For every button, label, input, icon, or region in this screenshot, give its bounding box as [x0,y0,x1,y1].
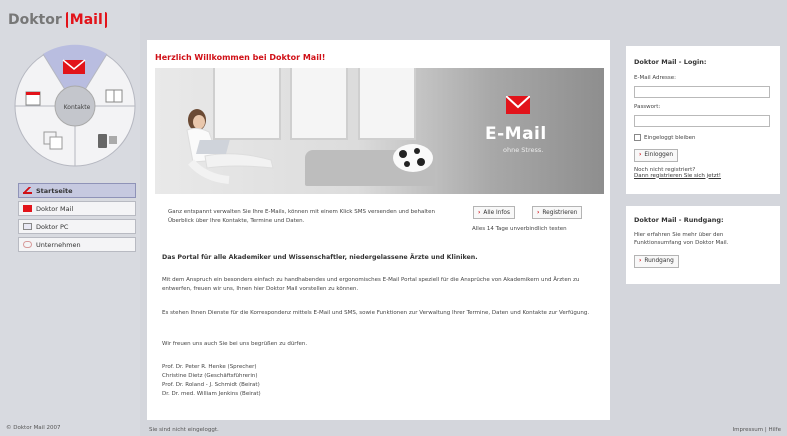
paragraph-3: Wir freuen uns auch Sie bei uns begrüßen… [162,341,308,347]
hero-banner: E-Mail ohne Stress. [155,68,604,194]
main-content: Herzlich Willkommen bei Doktor Mail! E-M… [147,40,610,420]
hero-tagline: ohne Stress. [503,146,544,154]
arrow-right-icon: › [639,152,642,158]
envelope-icon [506,96,530,114]
window-decoration [358,68,416,140]
login-status: Sie sind nicht eingeloggt. [149,426,219,433]
login-button-label: Einloggen [644,152,674,158]
register-button[interactable]: › Registrieren [532,206,583,219]
cushion-image [393,144,433,172]
nav-item-label: Startseite [36,186,73,195]
hero-brand: E-Mail [485,124,547,144]
logo-mail: Mail [65,12,107,28]
nav-item-startseite[interactable]: Startseite [18,183,136,198]
tour-text: Hier erfahren Sie mehr über den Funktion… [634,232,729,246]
welcome-title: Herzlich Willkommen bei Doktor Mail! [155,53,326,62]
remember-row: Eingeloggt bleiben [634,134,772,141]
nav-item-doktor-mail[interactable]: Doktor Mail [18,201,136,216]
nav-item-label: Unternehmen [36,240,81,249]
copyright: © Doktor Mail 2007 [6,425,61,431]
email-field[interactable] [634,85,770,98]
remember-label: Eingeloggt bleiben [644,134,696,141]
navigation-wheel: Kontakte [14,40,136,172]
password-field[interactable] [634,114,770,127]
signature-line: Dr. Dr. med. William Jenkins (Beirat) [162,391,261,397]
signature-line: Prof. Dr. Peter R. Henke (Sprecher) [162,364,257,370]
remember-checkbox[interactable] [634,134,641,141]
pc-icon [23,223,32,230]
trial-note: Alles 14 Tage unverbindlich testen [472,226,567,232]
arrow-right-icon: › [537,209,540,216]
tour-button-label: Rundgang [644,258,674,264]
login-button[interactable]: › Einloggen [634,148,679,162]
nav-item-doktor-pc[interactable]: Doktor PC [18,219,136,234]
register-label: Registrieren [542,209,578,216]
signature-line: Prof. Dr. Roland - J. Schmidt (Beirat) [162,382,260,388]
envelope-icon [23,205,32,212]
wheel-phone-icon[interactable] [98,134,107,148]
wheel-center-label[interactable]: Kontakte [59,104,95,111]
login-panel: Doktor Mail - Login: E-Mail Adresse: Pas… [626,46,780,194]
paragraph-1: Mit dem Anspruch ein besonders einfach z… [162,277,580,292]
all-infos-button[interactable]: › Alle Infos [473,206,515,219]
home-icon [23,187,32,194]
arrow-right-icon: › [639,258,642,264]
tour-button[interactable]: › Rundgang [634,254,679,268]
intro-text: Ganz entspannt verwalten Sie Ihre E-Mail… [168,209,435,224]
email-label: E-Mail Adresse: [634,75,677,81]
register-link[interactable]: Dann registrieren Sie sich jetzt! [634,173,772,179]
nav-item-label: Doktor Mail [36,204,74,213]
password-label: Passwort: [634,104,661,110]
window-decoration [290,68,348,140]
nav-item-label: Doktor PC [36,222,69,231]
footer-links[interactable]: Impressum | Hilfe [733,427,781,433]
arrow-right-icon: › [478,209,481,216]
paragraph-2: Es stehen Ihnen Dienste für die Korrespo… [162,310,590,316]
all-infos-label: Alle Infos [483,209,510,216]
nav-item-unternehmen[interactable]: Unternehmen [18,237,136,252]
status-bar: Sie sind nicht eingeloggt. Impressum | H… [147,423,787,436]
company-icon [23,241,32,248]
signatures: Prof. Dr. Peter R. Henke (Sprecher) Chri… [162,363,261,399]
main-navigation: Startseite Doktor Mail Doktor PC Unterne… [18,183,136,255]
portal-heading: Das Portal für alle Akademiker und Wisse… [162,254,478,261]
sidebar: Doktor Mail Kontakte Startseite Doktor M… [0,0,140,436]
woman-with-laptop-image [186,109,274,184]
login-title: Doktor Mail - Login: [634,58,707,66]
app-logo[interactable]: Doktor Mail [8,6,134,34]
signature-line: Christine Dietz (Geschäftsführerin) [162,373,258,379]
tour-panel: Doktor Mail - Rundgang: Hier erfahren Si… [626,206,780,284]
tour-title: Doktor Mail - Rundgang: [634,216,724,224]
logo-doktor: Doktor [8,12,62,28]
